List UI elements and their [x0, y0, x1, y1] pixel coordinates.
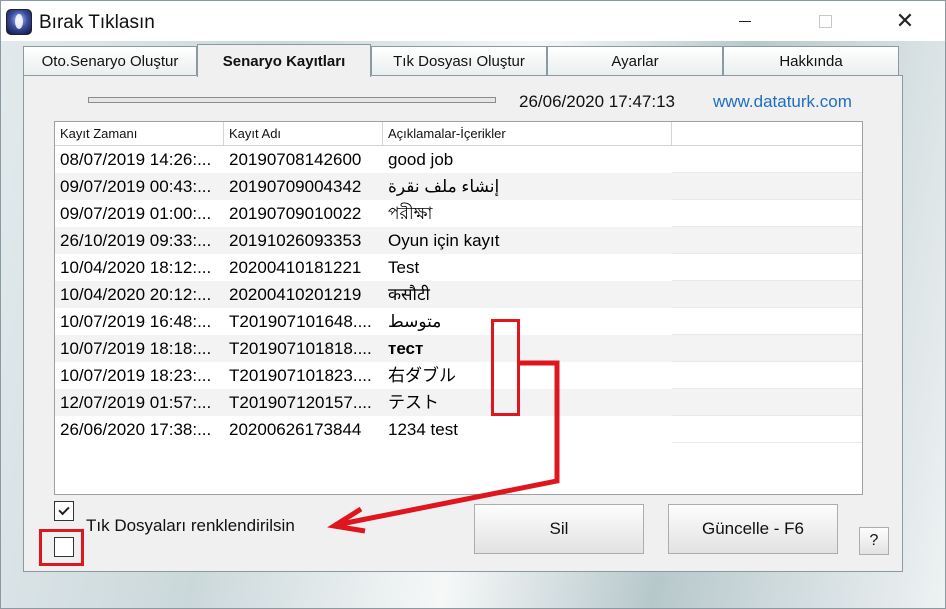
maximize-icon: [818, 14, 832, 28]
cell-record-time: 10/04/2020 20:12:...: [60, 285, 212, 304]
records-list[interactable]: Kayıt Zamanı Kayıt Adı Açıklamalar-İçeri…: [54, 121, 863, 495]
tab-oto-senaryo[interactable]: Oto.Senaryo Oluştur: [23, 46, 197, 76]
column-header-time[interactable]: Kayıt Zamanı: [55, 122, 224, 146]
cell-record-name: T201907101823....: [229, 366, 372, 385]
cell-record-name: 20200410201219: [229, 285, 362, 304]
cell-record-time: 26/10/2019 09:33:...: [60, 231, 212, 250]
cell-record-time: 08/07/2019 14:26:...: [60, 150, 212, 169]
maximize-button[interactable]: [797, 1, 853, 41]
empty-cell: [672, 227, 862, 254]
table-row[interactable]: 09/07/2019 01:00:... 20190709010022 পরীক্ষ…: [55, 200, 672, 227]
cell-record-name: 20200410181221: [229, 258, 362, 277]
empty-column: [672, 146, 862, 446]
table-row[interactable]: 26/10/2019 09:33:... 20191026093353 Oyun i…: [55, 227, 672, 254]
color-files-checkbox-checked[interactable]: [54, 501, 74, 521]
table-row[interactable]: 08/07/2019 14:26:... 20190708142600 good j…: [55, 146, 672, 173]
cell-record-name: 20200626173844: [229, 420, 362, 439]
cell-record-time: 10/07/2019 18:18:...: [60, 339, 212, 358]
cell-record-description: 1234 test: [388, 420, 458, 439]
close-icon: ✕: [895, 8, 915, 33]
check-icon: [58, 503, 70, 516]
window-title: Bırak Tıklasın: [39, 12, 155, 33]
tab-ayarlar[interactable]: Ayarlar: [547, 46, 723, 76]
cell-record-name: 20190708142600: [229, 150, 362, 169]
column-header-description[interactable]: Açıklamalar-İçerikler: [383, 122, 672, 146]
title-bar: Bırak Tıklasın ✕: [1, 1, 945, 41]
empty-cell: [672, 389, 862, 416]
delete-button[interactable]: Sil: [474, 504, 644, 554]
table-row[interactable]: 10/04/2020 18:12:... 20200410181221 Test: [55, 254, 672, 281]
tab-bar: Oto.Senaryo Oluştur Senaryo Kayıtları Tı…: [23, 44, 903, 77]
empty-cell: [672, 308, 862, 335]
annotation-checkbox-highlight: [39, 529, 84, 566]
cell-record-description: متوسط: [388, 312, 442, 331]
current-datetime: 26/06/2020 17:47:13: [519, 92, 675, 111]
cell-record-description: Oyun için kayıt: [388, 231, 500, 250]
checkbox-label: Tık Dosyaları renklendirilsin: [86, 516, 295, 535]
empty-cell: [672, 362, 862, 389]
table-row[interactable]: 26/06/2020 17:38:... 20200626173844 1234 t…: [55, 416, 672, 443]
column-header-name[interactable]: Kayıt Adı: [224, 122, 383, 146]
cell-record-time: 09/07/2019 00:43:...: [60, 177, 212, 196]
cell-record-name: T201907101648....: [229, 312, 372, 331]
cell-record-description: إنشاء ملف نقرة: [388, 177, 500, 196]
cell-record-description: 右ダブル: [388, 366, 456, 385]
table-row[interactable]: 09/07/2019 00:43:... 20190709004342 إنشاء …: [55, 173, 672, 200]
table-row[interactable]: 10/07/2019 18:23:... T201907101823.... 右ダブ…: [55, 362, 672, 389]
cell-record-description: good job: [388, 150, 454, 169]
table-row[interactable]: 10/07/2019 18:18:... T201907101818.... тес…: [55, 335, 672, 362]
tab-senaryo-kayitlari[interactable]: Senaryo Kayıtları: [197, 44, 371, 77]
cell-record-time: 09/07/2019 01:00:...: [60, 204, 212, 223]
table-row[interactable]: 10/04/2020 20:12:... 20200410201219 कसौटी: [55, 281, 672, 308]
annotation-highlight-box: [491, 319, 520, 416]
cell-record-description: テスト: [388, 393, 439, 412]
cell-record-description: পরীক্ষা: [388, 204, 433, 223]
cell-record-name: 20191026093353: [229, 231, 362, 250]
tab-tik-dosyasi[interactable]: Tık Dosyası Oluştur: [371, 46, 547, 76]
column-header-empty: [672, 122, 862, 146]
cell-record-name: 20190709004342: [229, 177, 362, 196]
empty-cell: [672, 281, 862, 308]
cell-record-time: 10/04/2020 18:12:...: [60, 258, 212, 277]
cell-record-description: тест: [388, 339, 424, 358]
help-button[interactable]: ?: [859, 527, 889, 555]
empty-cell: [672, 416, 862, 443]
list-header: Kayıt Zamanı Kayıt Adı Açıklamalar-İçeri…: [55, 122, 862, 146]
tab-hakkinda[interactable]: Hakkında: [723, 46, 899, 76]
tab-panel: 26/06/2020 17:47:13 www.dataturk.com Kay…: [23, 75, 903, 572]
app-window: Bırak Tıklasın ✕ Oto.Senaryo Oluştur Sen…: [0, 0, 946, 609]
empty-cell: [672, 200, 862, 227]
minimize-icon: [739, 20, 751, 22]
table-row[interactable]: 10/07/2019 16:48:... T201907101648.... متو…: [55, 308, 672, 335]
empty-cell: [672, 254, 862, 281]
update-button[interactable]: Güncelle - F6: [668, 504, 838, 554]
cell-record-name: T201907101818....: [229, 339, 372, 358]
website-link[interactable]: www.dataturk.com: [713, 92, 852, 112]
empty-cell: [672, 173, 862, 200]
cell-record-description: कसौटी: [388, 285, 430, 304]
minimize-button[interactable]: [717, 1, 773, 41]
cell-record-description: Test: [388, 258, 420, 277]
cell-record-time: 10/07/2019 16:48:...: [60, 312, 212, 331]
cell-record-name: T201907120157....: [229, 393, 372, 412]
mouse-app-icon: [6, 9, 32, 35]
progress-bar: [88, 97, 496, 103]
empty-cell: [672, 146, 862, 173]
cell-record-name: 20190709010022: [229, 204, 362, 223]
table-row[interactable]: 12/07/2019 01:57:... T201907120157.... テスト: [55, 389, 672, 416]
empty-cell: [672, 335, 862, 362]
cell-record-time: 12/07/2019 01:57:...: [60, 393, 212, 412]
cell-record-time: 26/06/2020 17:38:...: [60, 420, 212, 439]
cell-record-time: 10/07/2019 18:23:...: [60, 366, 212, 385]
close-button[interactable]: ✕: [877, 1, 933, 41]
